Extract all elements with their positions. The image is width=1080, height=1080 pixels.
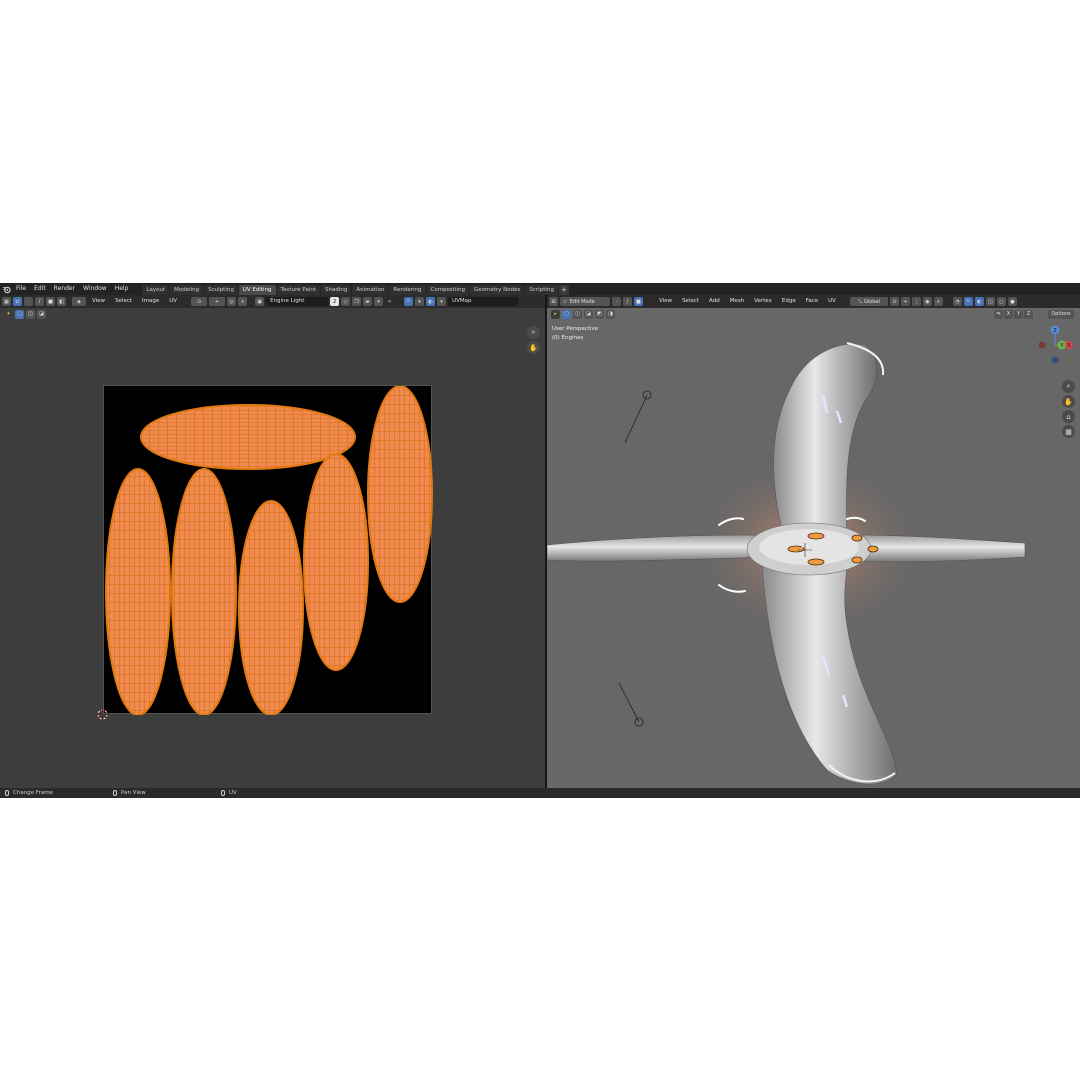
pan-hand-icon[interactable]: ✋ [527, 341, 540, 354]
proportional-icon[interactable]: ◎ [227, 297, 237, 306]
menu-render[interactable]: Render [50, 283, 79, 295]
mouse-left-icon [5, 790, 9, 796]
open-image-icon[interactable]: ▰ [363, 297, 373, 306]
uv-image-canvas[interactable] [103, 385, 433, 715]
snap-icon[interactable]: ⌖ [209, 297, 226, 306]
3d-viewport[interactable]: ⊞ ▱ Edit Mode · / ■ View Select Add Mesh… [547, 295, 1080, 788]
uv-select-mode-icon[interactable]: ⤧ [404, 297, 414, 306]
uv-editor-header: ▦ ⇄ · / ■ ◧ ◈ View Select Image UV ⊙ ⌖ ◎… [0, 295, 545, 308]
editor-type-icon[interactable]: ▦ [2, 297, 11, 306]
menu-file[interactable]: File [12, 283, 30, 295]
menu-help[interactable]: Help [111, 283, 133, 295]
blender-window: File Edit Render Window Help Layout Mode… [0, 283, 1080, 798]
tab-uv-editing[interactable]: UV Editing [238, 285, 276, 295]
status-uv: UV [221, 790, 237, 796]
sticky-select-icon[interactable]: ◈ [72, 297, 86, 306]
tab-modeling[interactable]: Modeling [170, 285, 204, 295]
tab-texture-paint[interactable]: Texture Paint [276, 285, 321, 295]
mouse-right-icon [221, 790, 225, 796]
top-menu-bar: File Edit Render Window Help Layout Mode… [0, 283, 1080, 295]
display-channels-icon[interactable]: ◐ [426, 297, 436, 306]
menu-view[interactable]: View [88, 297, 109, 306]
menu-uv[interactable]: UV [165, 297, 181, 306]
mode-new-icon[interactable]: ▢ [15, 309, 24, 319]
face-select-icon[interactable]: ■ [46, 297, 55, 306]
uv-map-field[interactable]: UVMap [448, 297, 519, 306]
zoom-icon[interactable]: ⌕ [527, 326, 540, 339]
uv-island-3[interactable] [238, 500, 304, 715]
status-bar: Change Frame Pan View UV [0, 788, 1080, 798]
uv-island-5[interactable] [367, 386, 433, 603]
tab-sculpting[interactable]: Sculpting [204, 285, 238, 295]
status-middle-label: Pan View [121, 790, 146, 796]
tab-scripting[interactable]: Scripting [525, 285, 558, 295]
tool-cursor-icon[interactable]: ✦ [4, 309, 13, 319]
tab-layout[interactable]: Layout [142, 285, 170, 295]
uv-island-4[interactable] [303, 453, 369, 671]
overlay-icon[interactable]: ▾ [415, 297, 425, 306]
pivot-icon[interactable]: ⊙ [191, 297, 208, 306]
tab-geometry-nodes[interactable]: Geometry Nodes [470, 285, 525, 295]
image-name-field[interactable]: Engine Light [266, 297, 329, 306]
menu-edit[interactable]: Edit [30, 283, 50, 295]
status-pan-view: Pan View [113, 790, 146, 796]
uv-island-2[interactable] [171, 468, 237, 715]
uv-islands [105, 386, 433, 715]
status-right-label: UV [229, 790, 237, 796]
falloff-icon[interactable]: ∧ [238, 297, 248, 306]
blender-logo-icon[interactable] [0, 283, 12, 295]
status-change-frame: Change Frame [5, 790, 53, 796]
mouse-middle-icon [113, 790, 117, 796]
pin-icon[interactable]: ✧ [385, 297, 394, 306]
tab-compositing[interactable]: Compositing [426, 285, 469, 295]
unlink-image-icon[interactable]: ✕ [374, 297, 384, 306]
duplicate-image-icon[interactable]: ❐ [352, 297, 362, 306]
tab-animation[interactable]: Animation [352, 285, 389, 295]
tab-rendering[interactable]: Rendering [389, 285, 426, 295]
mode-extend-icon[interactable]: ◫ [26, 309, 35, 319]
mode-subtract-icon[interactable]: ◪ [37, 309, 46, 319]
uv-tool-subbar: ✦ ▢ ◫ ◪ [0, 308, 545, 320]
uv-editor[interactable]: ▦ ⇄ · / ■ ◧ ◈ View Select Image UV ⊙ ⌖ ◎… [0, 295, 545, 788]
edge-select-icon[interactable]: / [35, 297, 44, 306]
image-browse-icon[interactable]: ▣ [255, 297, 265, 306]
status-left-label: Change Frame [13, 790, 53, 796]
fake-user-icon[interactable]: ◇ [341, 297, 351, 306]
image-users-count[interactable]: 2 [330, 297, 340, 306]
island-select-icon[interactable]: ◧ [57, 297, 66, 306]
menu-image[interactable]: Image [138, 297, 163, 306]
add-workspace-button[interactable]: + [558, 285, 569, 295]
channels-dropdown-icon[interactable]: ▾ [437, 297, 447, 306]
scene-render [547, 342, 1026, 785]
uv-island-horizontal[interactable] [140, 404, 356, 470]
workspace-tabs: Layout Modeling Sculpting UV Editing Tex… [142, 283, 569, 295]
tab-shading[interactable]: Shading [321, 285, 352, 295]
uv-island-1[interactable] [105, 468, 171, 715]
2d-cursor-icon[interactable] [96, 708, 109, 721]
vertex-select-icon[interactable]: · [24, 297, 33, 306]
sync-selection-icon[interactable]: ⇄ [13, 297, 22, 306]
menu-window[interactable]: Window [79, 283, 111, 295]
menu-select[interactable]: Select [111, 297, 136, 306]
